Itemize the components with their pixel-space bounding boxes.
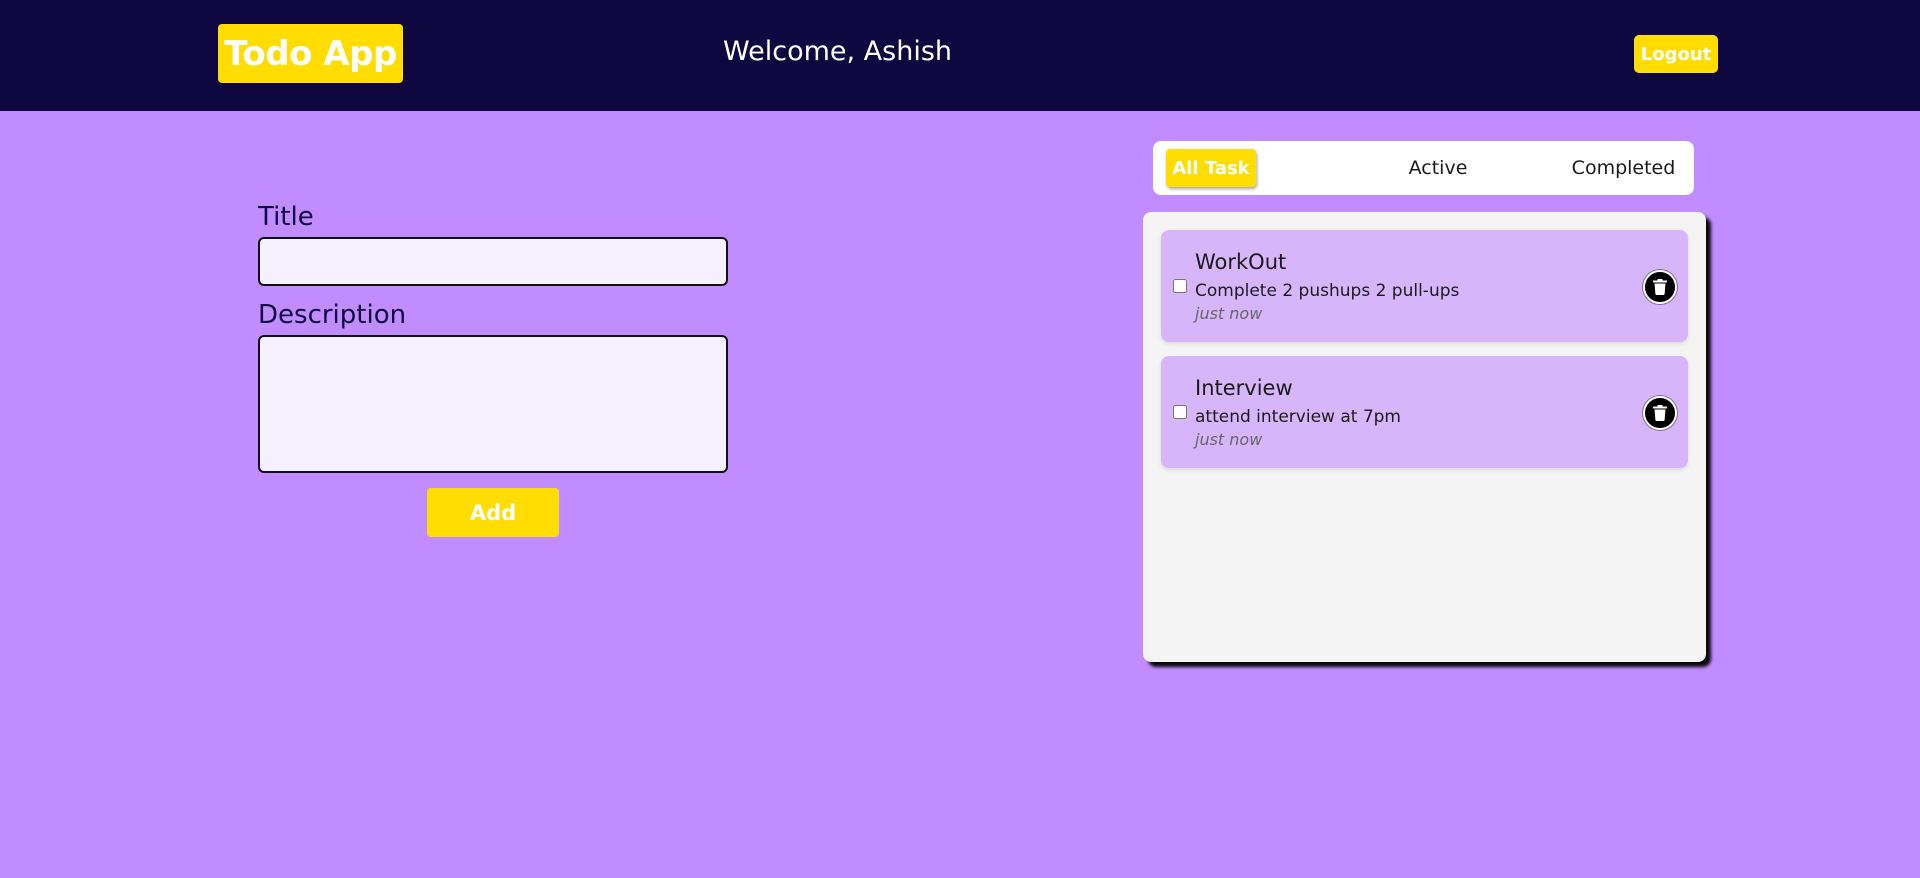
delete-task-button[interactable] — [1643, 270, 1677, 304]
trash-icon — [1653, 279, 1667, 295]
tab-completed[interactable]: Completed — [1561, 149, 1686, 187]
task-timestamp: just now — [1195, 304, 1263, 323]
task-item: WorkOut Complete 2 pushups 2 pull-ups ju… — [1161, 230, 1688, 342]
filter-tabs: All Task Active Completed — [1153, 141, 1694, 195]
trash-icon — [1653, 405, 1667, 421]
title-input[interactable] — [258, 237, 728, 286]
description-label: Description — [258, 300, 407, 330]
delete-task-button[interactable] — [1643, 396, 1677, 430]
task-title: Interview — [1195, 376, 1293, 400]
tab-all-task[interactable]: All Task — [1166, 149, 1256, 187]
app-logo: Todo App — [218, 24, 403, 83]
task-complete-checkbox[interactable] — [1173, 405, 1187, 419]
task-title: WorkOut — [1195, 250, 1287, 274]
app-header: Todo App Welcome, Ashish Logout — [0, 0, 1920, 111]
task-description: attend interview at 7pm — [1195, 407, 1401, 427]
task-list: WorkOut Complete 2 pushups 2 pull-ups ju… — [1143, 212, 1706, 662]
task-complete-checkbox[interactable] — [1173, 279, 1187, 293]
task-description: Complete 2 pushups 2 pull-ups — [1195, 281, 1460, 301]
tab-active[interactable]: Active — [1378, 149, 1498, 187]
welcome-message: Welcome, Ashish — [723, 36, 952, 67]
logout-button[interactable]: Logout — [1634, 35, 1718, 73]
task-timestamp: just now — [1195, 430, 1263, 449]
task-item: Interview attend interview at 7pm just n… — [1161, 356, 1688, 468]
title-label: Title — [258, 202, 314, 232]
add-task-button[interactable]: Add — [427, 488, 559, 537]
description-input[interactable] — [258, 335, 728, 473]
